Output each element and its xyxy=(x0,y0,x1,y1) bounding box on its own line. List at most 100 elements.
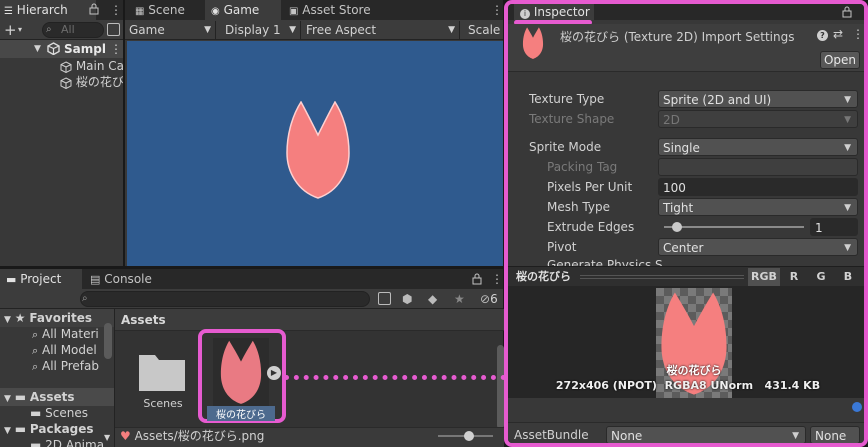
packing-tag-input xyxy=(658,158,858,176)
tab-hierarchy[interactable]: ☰ Hierarch xyxy=(0,0,96,20)
tree-item[interactable]: ▬ 2D Anima xyxy=(30,436,114,447)
project-panel: ▬ Project ▤ Console ⋮ ⌕ ⬢ ◆ ★ ⊘6 ▼ ★ Fav… xyxy=(0,269,504,447)
add-icon[interactable]: + xyxy=(4,20,17,40)
scene-menu-icon[interactable]: ⋮ xyxy=(110,40,122,58)
channel-g-button[interactable]: G xyxy=(810,268,832,286)
texture-type-label: Texture Type xyxy=(529,92,605,106)
help-icon[interactable]: ? xyxy=(817,30,828,41)
texture-shape-value: 2D xyxy=(663,113,680,127)
aspect-dropdown[interactable]: Free Aspect ▼ xyxy=(302,21,460,39)
tab-inspector[interactable]: i Inspector xyxy=(514,4,594,20)
lock-icon[interactable] xyxy=(842,6,852,18)
gameobject-cube-icon xyxy=(60,76,72,89)
hierarchy-scene-row[interactable]: ▼ Sampl ⋮ xyxy=(0,40,123,58)
more-menu-icon[interactable]: ⋮ xyxy=(491,269,503,289)
asset-item-scenes[interactable]: Scenes xyxy=(135,349,195,419)
tab-console-label: Console xyxy=(104,272,152,286)
tab-inspector-label: Inspector xyxy=(533,5,590,19)
sprite-mode-dropdown[interactable]: Single ▼ xyxy=(658,138,858,156)
status-path-label: Assets/桜の花びら.png xyxy=(134,429,265,443)
search-icon: ⌕ xyxy=(32,328,39,341)
open-button[interactable]: Open xyxy=(820,51,860,69)
game-viewport[interactable] xyxy=(127,41,503,266)
pivot-label: Pivot xyxy=(547,240,577,254)
hierarchy-tabbar: ☰ Hierarch ⋮ xyxy=(0,0,123,20)
tab-console[interactable]: ▤ Console xyxy=(84,269,174,289)
play-expand-icon[interactable]: ▶ xyxy=(267,366,281,380)
display-value: Display 1 xyxy=(225,23,281,37)
tree-item[interactable]: ⌕ All Prefab xyxy=(32,357,114,375)
preview-drag-handle[interactable] xyxy=(580,275,744,279)
label-tag-icon[interactable]: ◆ xyxy=(428,290,437,308)
tree-scrollbar[interactable] xyxy=(104,323,112,359)
search-by-type-icon[interactable] xyxy=(378,292,391,305)
hierarchy-item-label: Main Ca xyxy=(75,59,123,73)
slider-thumb[interactable] xyxy=(464,431,474,441)
pivot-value: Center xyxy=(663,241,704,255)
tab-asset-store[interactable]: ▣ Asset Store xyxy=(283,0,393,20)
chevron-down-icon[interactable]: ▾ xyxy=(18,22,22,38)
filter-type-icon[interactable]: ⬢ xyxy=(402,290,412,308)
extrude-input[interactable]: 1 xyxy=(810,218,858,236)
info-icon: i xyxy=(520,9,530,19)
channel-b-button[interactable]: B xyxy=(837,268,859,286)
physics-shape-label: Generate Physics S xyxy=(547,258,663,266)
breadcrumb-assets[interactable]: Assets xyxy=(121,309,166,331)
asset-bundle-bar: AssetBundle None ▼ None xyxy=(508,422,864,443)
extrude-slider[interactable] xyxy=(664,222,804,232)
tab-project[interactable]: ▬ Project xyxy=(0,269,82,289)
scene-picker-icon[interactable] xyxy=(107,23,120,36)
chevron-down-icon: ▼ xyxy=(844,95,851,105)
lock-icon[interactable] xyxy=(472,273,482,285)
channel-label: R xyxy=(789,270,799,283)
sakura-petal-icon xyxy=(522,27,544,59)
project-search-input[interactable]: ⌕ xyxy=(80,291,370,307)
favorite-star-icon[interactable]: ★ xyxy=(454,290,465,308)
sakura-petal-icon xyxy=(220,340,262,404)
lock-icon[interactable] xyxy=(89,3,99,15)
hierarchy-item-label: 桜の花び xyxy=(75,75,123,89)
asset-bundle-dropdown[interactable]: None ▼ xyxy=(606,426,806,443)
more-menu-icon[interactable]: ⋮ xyxy=(491,0,503,20)
preview-info: 272x406 (NPOT) RGBA8 UNorm 431.4 KB xyxy=(555,379,821,392)
chevron-down-icon: ▼ xyxy=(289,25,296,35)
pivot-dropdown[interactable]: Center ▼ xyxy=(658,238,858,256)
hidden-packages-icon[interactable]: ⊘6 xyxy=(480,290,498,308)
tab-game-label: Game xyxy=(223,3,260,17)
tab-project-label: Project xyxy=(20,272,62,286)
mesh-type-dropdown[interactable]: Tight ▼ xyxy=(658,198,858,216)
folder-icon: ▬ xyxy=(6,273,17,286)
project-tree: ▼ ★ Favorites ⌕ All Materi ⌕ All Model ⌕… xyxy=(0,309,114,447)
slider-thumb[interactable] xyxy=(672,222,682,232)
channel-label: B xyxy=(843,270,853,283)
hierarchy-item[interactable]: 桜の花び xyxy=(60,73,123,91)
hierarchy-search-input[interactable]: ⌕ All xyxy=(42,22,104,38)
tab-scene-label: Scene xyxy=(148,3,185,17)
grid-scrollbar[interactable] xyxy=(497,345,504,429)
thumbnail-size-slider[interactable] xyxy=(438,431,493,441)
expand-arrow-icon[interactable]: ▼ xyxy=(0,426,11,436)
display-mode-dropdown[interactable]: Game ▼ xyxy=(125,21,216,39)
preset-sliders-icon[interactable]: ⇄ xyxy=(833,27,843,41)
list-icon: ☰ xyxy=(4,6,13,17)
expand-arrow-icon[interactable]: ▼ xyxy=(0,394,11,404)
scroll-down-icon[interactable]: ▼ xyxy=(104,433,110,442)
tab-hierarchy-label: Hierarch xyxy=(16,3,68,17)
expand-arrow-icon[interactable]: ▼ xyxy=(0,315,11,325)
channel-r-button[interactable]: R xyxy=(783,268,805,286)
scale-slider-label[interactable]: Scale xyxy=(464,21,503,39)
asset-item-sakura[interactable]: ▶ 桜の花びら xyxy=(207,336,281,421)
favorites-label: Favorites xyxy=(29,311,93,325)
more-menu-icon[interactable]: ⋮ xyxy=(852,27,864,41)
channel-rgb-button[interactable]: RGB xyxy=(748,268,780,286)
asset-bundle-variant-dropdown[interactable]: None xyxy=(810,426,860,443)
ppu-input[interactable]: 100 xyxy=(658,178,858,196)
scene-grid-icon: ▦ xyxy=(135,6,145,17)
tab-game[interactable]: ◉ Game xyxy=(205,0,281,20)
hierarchy-toolbar: + ▾ ⌕ All xyxy=(0,20,123,40)
display-dropdown[interactable]: Display 1 ▼ xyxy=(221,21,301,39)
more-menu-icon[interactable]: ⋮ xyxy=(110,0,122,20)
texture-type-dropdown[interactable]: Sprite (2D and UI) ▼ xyxy=(658,90,858,108)
expand-arrow-icon[interactable]: ▼ xyxy=(34,40,41,58)
tab-scene[interactable]: ▦ Scene xyxy=(129,0,205,20)
